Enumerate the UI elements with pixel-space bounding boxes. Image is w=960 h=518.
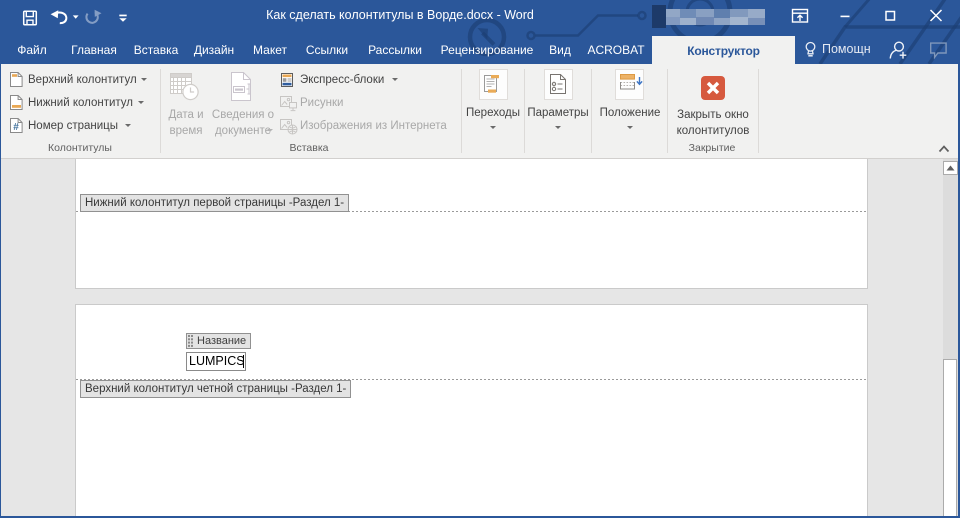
svg-text:#: #: [13, 122, 19, 133]
